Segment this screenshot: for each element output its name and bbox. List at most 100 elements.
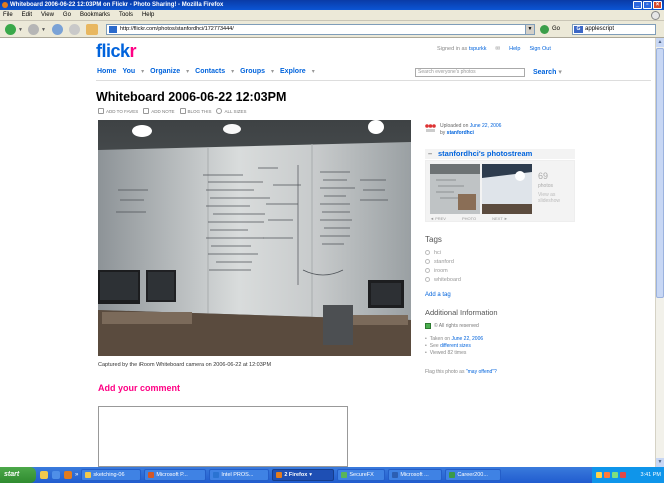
site-search-button[interactable]: Search ▾ [533, 68, 562, 76]
url-bar[interactable]: http://flickr.com/photos/stanfordhci/172… [106, 24, 535, 35]
sign-out-link[interactable]: Sign Out [529, 46, 550, 52]
flag-link[interactable]: "may offend"? [466, 369, 497, 375]
forward-button[interactable] [28, 24, 39, 35]
blog-this-button[interactable]: BLOG THIS [179, 108, 211, 114]
scroll-up-icon[interactable]: ▲ [656, 38, 664, 47]
nav-contacts[interactable]: Contacts [195, 68, 225, 75]
taken-date-link[interactable]: June 22, 2006 [451, 336, 483, 342]
home-button[interactable] [86, 24, 98, 35]
nav-home[interactable]: Home [97, 68, 116, 75]
tag-item[interactable]: stanford [425, 258, 461, 267]
photos-word: photos [538, 183, 554, 189]
comment-textarea[interactable] [98, 406, 348, 467]
quicklaunch-overflow-icon[interactable]: » [75, 472, 78, 478]
reload-button[interactable] [52, 24, 63, 35]
window-title: Whiteboard 2006-06-22 12:03PM on Flickr … [10, 2, 224, 8]
start-button[interactable]: start [0, 467, 36, 483]
current-thumb-image [482, 164, 532, 214]
add-tag-link[interactable]: Add a tag [425, 292, 451, 298]
scroll-thumb[interactable] [656, 48, 664, 298]
task-career[interactable]: Career200... [445, 469, 502, 481]
close-button[interactable]: × [653, 1, 662, 9]
tag-item[interactable]: iroom [425, 267, 461, 276]
previous-photo-thumb[interactable] [430, 164, 480, 214]
task-powerpoint[interactable]: Microsoft P... [144, 469, 207, 481]
photostream-link[interactable]: stanfordhci's photostream [438, 149, 532, 158]
photostream-header[interactable]: – stanfordhci's photostream [425, 149, 575, 159]
view-as-slideshow-link[interactable]: View as slideshow [538, 192, 570, 204]
site-search-input[interactable]: Search everyone's photos [415, 68, 525, 77]
task-securefx[interactable]: SecureFX [337, 469, 386, 481]
maximize-button[interactable]: ▫ [643, 1, 652, 9]
chevron-down-icon: ▾ [309, 472, 313, 478]
tray-network-icon[interactable] [596, 472, 602, 478]
scroll-down-icon[interactable]: ▼ [656, 458, 664, 467]
nav-you[interactable]: You [122, 68, 135, 75]
stop-button[interactable] [69, 24, 80, 35]
chevron-down-icon[interactable]: ▾ [312, 68, 315, 75]
task-intel-pros[interactable]: Intel PROS... [209, 469, 270, 481]
uploaded-date-link[interactable]: June 22, 2006 [470, 123, 502, 129]
add-to-faves-button[interactable]: ADD TO FAVES [98, 108, 138, 114]
nav-explore[interactable]: Explore [280, 68, 306, 75]
web-search-value: applescript [585, 26, 615, 32]
menu-help[interactable]: Help [142, 12, 154, 18]
additional-info-heading: Additional Information [425, 308, 498, 317]
tray-volume-icon[interactable] [612, 472, 618, 478]
photo-meta: • Taken on June 22, 2006 • See different s… [425, 336, 484, 356]
url-history-icon[interactable]: ▼ [525, 25, 534, 34]
tray-shield-icon[interactable] [620, 472, 626, 478]
chevron-down-icon[interactable]: ▾ [271, 68, 274, 75]
flickr-logo[interactable]: flickr [96, 41, 137, 62]
back-history-icon[interactable]: ▼ [18, 27, 23, 33]
help-link[interactable]: Help [509, 46, 520, 52]
task-microsoft[interactable]: Microsoft ... [388, 469, 443, 481]
menu-edit[interactable]: Edit [22, 12, 32, 18]
mail-icon[interactable]: ✉ [496, 46, 501, 52]
task-firefox[interactable]: 2 Firefox ▾ [272, 469, 335, 481]
tag-item[interactable]: whiteboard [425, 276, 461, 285]
tag-item[interactable]: hci [425, 249, 461, 258]
taskbar-clock[interactable]: 3:41 PM [641, 472, 664, 478]
page-viewport: flickr Signed in as tspurkk ✉ Help Sign … [0, 38, 664, 467]
uploader-buddy-icon[interactable] [425, 123, 436, 133]
google-search-icon[interactable]: G [574, 26, 583, 33]
all-sizes-button[interactable]: ALL SIZES [216, 108, 247, 114]
tray-security-icon[interactable] [604, 472, 610, 478]
add-note-button[interactable]: ADD NOTE [143, 108, 175, 114]
chevron-down-icon[interactable]: ▾ [141, 68, 144, 75]
user-link[interactable]: tspurkk [469, 46, 487, 52]
quicklaunch-folder-icon[interactable] [40, 471, 48, 479]
owner-link[interactable]: stanfordhci [447, 130, 474, 136]
go-button[interactable] [540, 25, 549, 34]
menu-go[interactable]: Go [63, 12, 71, 18]
quicklaunch-ie-icon[interactable] [52, 471, 60, 479]
folder-icon [85, 472, 92, 478]
quicklaunch-firefox-icon[interactable] [64, 471, 72, 479]
chevron-down-icon[interactable]: ▾ [231, 68, 234, 75]
whiteboard-photo[interactable] [98, 120, 411, 356]
page-scrollbar[interactable]: ▲ ▼ [655, 38, 664, 467]
collapse-icon[interactable]: – [428, 149, 432, 159]
current-photo-label: PHOTO [461, 216, 477, 221]
prev-photo-link[interactable]: ◄ PREV [430, 216, 446, 221]
different-sizes-link[interactable]: different sizes [440, 343, 471, 349]
task-sketching[interactable]: sketching-06 [81, 469, 142, 481]
current-photo-thumb[interactable] [482, 164, 532, 214]
next-photo-link[interactable]: NEXT ► [492, 216, 508, 221]
menu-view[interactable]: View [41, 12, 54, 18]
nav-organize[interactable]: Organize [150, 68, 180, 75]
intel-icon [213, 472, 220, 478]
back-button[interactable] [5, 24, 16, 35]
menu-bookmarks[interactable]: Bookmarks [80, 12, 110, 18]
nav-groups[interactable]: Groups [240, 68, 265, 75]
menu-tools[interactable]: Tools [119, 12, 133, 18]
go-label[interactable]: Go [552, 26, 560, 32]
signed-in-text: Signed in as tspurkk [437, 46, 487, 52]
minimize-button[interactable]: _ [633, 1, 642, 9]
forward-history-icon[interactable]: ▼ [41, 27, 46, 33]
menu-file[interactable]: File [3, 12, 13, 18]
chevron-down-icon[interactable]: ▾ [186, 68, 189, 75]
window-title-bar: Whiteboard 2006-06-22 12:03PM on Flickr … [0, 0, 664, 10]
web-search-input[interactable]: G applescript [572, 24, 656, 35]
